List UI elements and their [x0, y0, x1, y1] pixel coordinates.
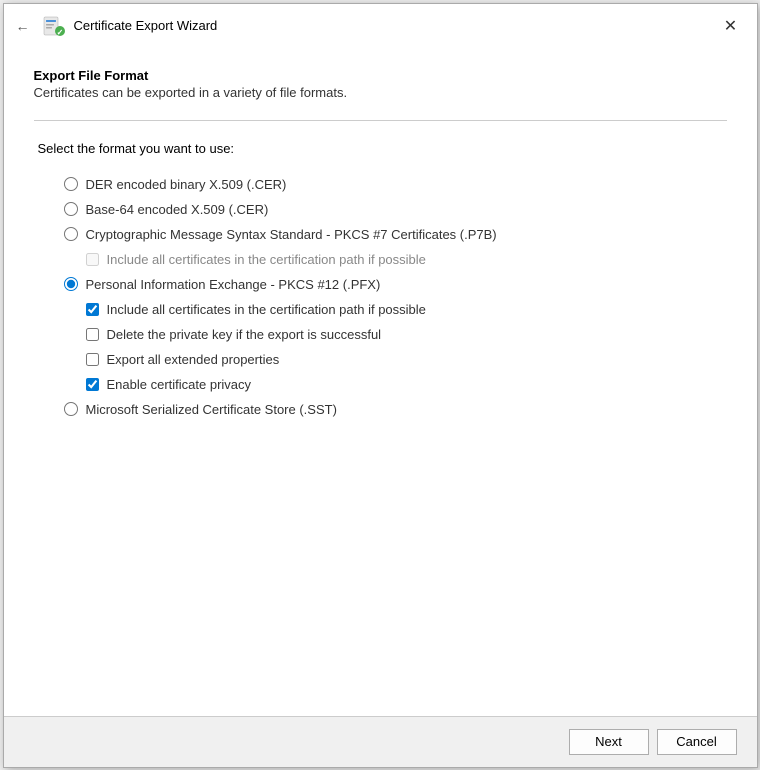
- checkbox-pfx-delete-key-label: Delete the private key if the export is …: [107, 327, 382, 342]
- title-bar: ← ✓ Certificate Export Wizard ✕: [4, 4, 757, 48]
- radio-der-label: DER encoded binary X.509 (.CER): [86, 177, 287, 192]
- cancel-button[interactable]: Cancel: [657, 729, 737, 755]
- p7b-suboption-container: Include all certificates in the certific…: [86, 247, 727, 272]
- radio-item-base64[interactable]: Base-64 encoded X.509 (.CER): [34, 197, 727, 222]
- radio-base64[interactable]: [64, 202, 78, 216]
- checkbox-pfx-include-all[interactable]: [86, 303, 99, 316]
- checkbox-pfx-delete-key[interactable]: [86, 328, 99, 341]
- back-button[interactable]: ←: [16, 18, 30, 34]
- format-select-label: Select the format you want to use:: [38, 141, 727, 156]
- dialog-title: Certificate Export Wizard: [74, 18, 218, 33]
- wizard-icon: ✓: [42, 14, 66, 38]
- pfx-sub4-item[interactable]: Enable certificate privacy: [86, 372, 727, 397]
- pfx-suboptions: Include all certificates in the certific…: [86, 297, 727, 397]
- divider: [34, 120, 727, 121]
- section-header: Export File Format Certificates can be e…: [34, 68, 727, 100]
- next-button[interactable]: Next: [569, 729, 649, 755]
- checkbox-pfx-include-all-label: Include all certificates in the certific…: [107, 302, 426, 317]
- dialog-footer: Next Cancel: [4, 716, 757, 767]
- radio-sst-label: Microsoft Serialized Certificate Store (…: [86, 402, 337, 417]
- radio-pfx[interactable]: [64, 277, 78, 291]
- checkbox-pfx-cert-privacy-label: Enable certificate privacy: [107, 377, 252, 392]
- pfx-sub2-item[interactable]: Delete the private key if the export is …: [86, 322, 727, 347]
- checkbox-pfx-extended-props[interactable]: [86, 353, 99, 366]
- pfx-sub3-item[interactable]: Export all extended properties: [86, 347, 727, 372]
- radio-item-der[interactable]: DER encoded binary X.509 (.CER): [34, 172, 727, 197]
- radio-base64-label: Base-64 encoded X.509 (.CER): [86, 202, 269, 217]
- options-list: DER encoded binary X.509 (.CER) Base-64 …: [34, 172, 727, 422]
- dialog-window: ← ✓ Certificate Export Wizard ✕ Export F…: [3, 3, 758, 768]
- section-description: Certificates can be exported in a variet…: [34, 85, 727, 100]
- close-button[interactable]: ✕: [717, 12, 745, 40]
- svg-text:✓: ✓: [56, 28, 63, 37]
- radio-item-pfx[interactable]: Personal Information Exchange - PKCS #12…: [34, 272, 727, 297]
- radio-item-sst[interactable]: Microsoft Serialized Certificate Store (…: [34, 397, 727, 422]
- checkbox-p7b-include-all[interactable]: [86, 253, 99, 266]
- radio-p7b[interactable]: [64, 227, 78, 241]
- radio-p7b-label: Cryptographic Message Syntax Standard - …: [86, 227, 497, 242]
- dialog-content: Export File Format Certificates can be e…: [4, 48, 757, 716]
- section-title: Export File Format: [34, 68, 727, 83]
- radio-item-p7b[interactable]: Cryptographic Message Syntax Standard - …: [34, 222, 727, 247]
- pfx-sub1-item[interactable]: Include all certificates in the certific…: [86, 297, 727, 322]
- radio-der[interactable]: [64, 177, 78, 191]
- checkbox-p7b-include-all-label: Include all certificates in the certific…: [107, 252, 426, 267]
- checkbox-pfx-extended-props-label: Export all extended properties: [107, 352, 280, 367]
- checkbox-pfx-cert-privacy[interactable]: [86, 378, 99, 391]
- radio-sst[interactable]: [64, 402, 78, 416]
- radio-pfx-label: Personal Information Exchange - PKCS #12…: [86, 277, 381, 292]
- title-bar-left: ← ✓ Certificate Export Wizard: [16, 14, 218, 38]
